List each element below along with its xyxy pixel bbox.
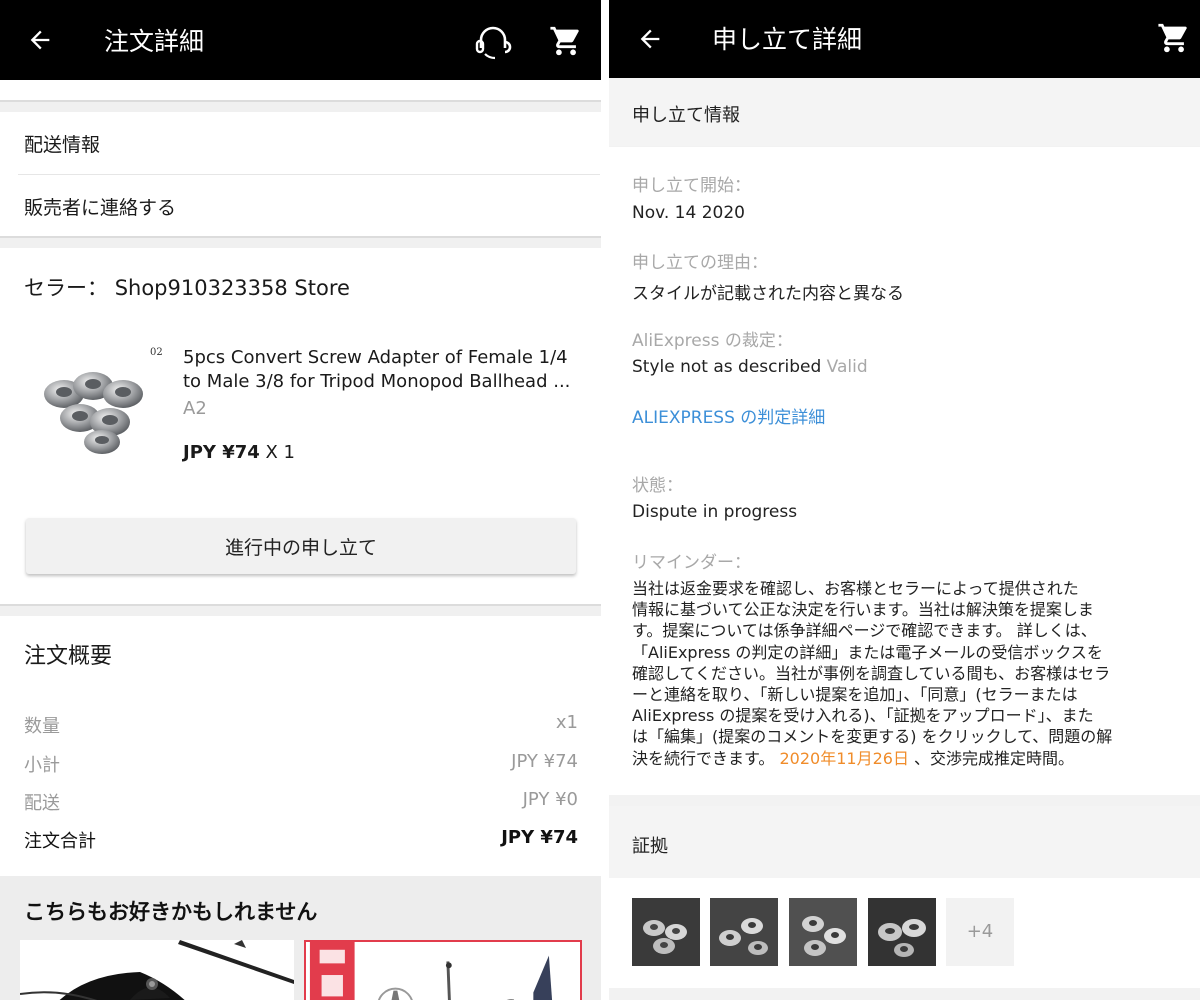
aliexpress-verdict-value: Style not as described <box>632 357 822 377</box>
dispute-in-progress-button[interactable]: 進行中の申し立て <box>26 518 576 574</box>
product-quantity: X 1 <box>265 442 296 463</box>
arrow-left-icon[interactable] <box>26 26 54 54</box>
product-price: JPY ¥74 <box>183 442 260 463</box>
order-detail-panel: 注文詳細 配送情報 販売者に連絡する セラー： Shop910323358 St… <box>0 0 601 1000</box>
section-separator <box>0 604 601 616</box>
summary-label: 小計 <box>24 755 60 776</box>
reminder-text: 当社は返金要求を確認し、お客様とセラーによって提供された 情報に基づいて公正な決… <box>632 578 1192 769</box>
product-badge: 02 <box>150 347 163 358</box>
summary-label: 数量 <box>24 716 60 737</box>
order-summary-title: 注文概要 <box>24 644 113 669</box>
product-price-line: JPY ¥74 X 1 <box>183 442 295 463</box>
evidence-title: 証拠 <box>632 836 668 857</box>
reminder-line-end: 、交渉完成推定時間。 <box>914 748 1075 768</box>
summary-value: JPY ¥74 <box>511 751 578 772</box>
summary-row-shipping: 配送 JPY ¥0 <box>24 789 578 815</box>
section-separator <box>0 236 601 248</box>
contact-seller-link[interactable]: 販売者に連絡する <box>0 175 601 237</box>
seller-store-name: Shop910323358 Store <box>114 276 350 300</box>
recommended-product-image <box>20 940 294 1000</box>
recommendations-section: こちらもお好きかもしれません <box>0 876 601 1000</box>
evidence-more-button[interactable]: +4 <box>946 898 1014 966</box>
reminder-line-start: 決を続行できます。 <box>632 748 775 768</box>
evidence-header: 証拠 <box>609 806 1200 878</box>
shipping-info-label: 配送情報 <box>24 134 101 156</box>
reminder-line: 当社は返金要求を確認し、お客様とセラーによって提供された <box>632 579 1079 598</box>
evidence-thumbnail[interactable] <box>789 898 857 966</box>
aliexpress-verdict-label: AliExpress の裁定： <box>632 331 793 351</box>
summary-row-quantity: 数量 x1 <box>24 712 578 738</box>
reminder-line: 決を続行できます。 2020年11月26日 、交渉完成推定時間。 <box>632 748 1192 769</box>
reminder-label: リマインダー： <box>632 553 751 573</box>
summary-value: x1 <box>555 712 578 733</box>
reminder-line: ーと連絡を取り、「新しい提案を追加」、「同意」(セラーまたは <box>632 685 1078 705</box>
dispute-reason-label: 申し立ての理由： <box>632 253 768 273</box>
product-image[interactable] <box>30 352 160 462</box>
recommended-product-image <box>309 942 577 1000</box>
dispute-start-label: 申し立て開始： <box>632 176 751 196</box>
dispute-detail-header: 申し立て詳細 <box>609 0 1200 78</box>
summary-total-label: 注文合計 <box>24 831 96 852</box>
contact-seller-label: 販売者に連絡する <box>24 197 177 219</box>
evidence-thumbnail[interactable] <box>710 898 778 966</box>
seller-label: セラー： <box>24 276 108 300</box>
dispute-info-title: 申し立て情報 <box>632 105 740 126</box>
summary-label: 配送 <box>24 793 60 814</box>
seller-name[interactable]: セラー： Shop910323358 Store <box>24 272 350 302</box>
summary-row-subtotal: 小計 JPY ¥74 <box>24 751 578 777</box>
evidence-thumbnail[interactable] <box>868 898 936 966</box>
dispute-detail-panel: 申し立て詳細 申し立て情報 申し立て開始： Nov. 14 2020 申し立ての… <box>609 0 1200 1000</box>
section-separator <box>0 100 601 112</box>
cart-icon[interactable] <box>549 24 583 58</box>
dispute-info-header: 申し立て情報 <box>609 78 1200 146</box>
reminder-line: す。提案については係争詳細ページで確認できます。 詳しくは、 <box>632 621 1097 641</box>
page-title: 注文詳細 <box>104 27 205 56</box>
summary-value: JPY ¥0 <box>522 789 578 810</box>
summary-row-total: 注文合計 JPY ¥74 <box>24 827 578 853</box>
status-value: Dispute in progress <box>632 502 798 522</box>
product-variant: A2 <box>183 398 207 419</box>
arrow-left-icon[interactable] <box>636 25 664 53</box>
panel-gap <box>601 0 609 1000</box>
aliexpress-verdict-value-line: Style not as described Valid <box>632 357 868 377</box>
reminder-line: 「AliExpress の判定の詳細」または電子メールの受信ボックスを <box>632 642 1103 662</box>
verdict-status: Valid <box>826 357 868 377</box>
product-title[interactable]: 5pcs Convert Screw Adapter of Female 1/4… <box>183 346 578 394</box>
page-title: 申し立て詳細 <box>712 25 863 54</box>
summary-total-value: JPY ¥74 <box>501 827 578 848</box>
evidence-thumbnail[interactable] <box>632 898 700 966</box>
recommendations-title: こちらもお好きかもしれません <box>24 900 318 924</box>
cart-icon[interactable] <box>1157 21 1191 55</box>
headset-icon[interactable] <box>472 22 514 62</box>
order-detail-header: 注文詳細 <box>0 0 601 80</box>
reminder-line: 情報に基づいて公正な決定を行います。当社は解決策を提案しま <box>632 600 1094 620</box>
status-label: 状態： <box>632 476 683 496</box>
estimated-date: 2020年11月26日 <box>779 748 909 768</box>
shipping-info-link[interactable]: 配送情報 <box>0 112 601 174</box>
reminder-line: AliExpress の提案を受け入れる)、「証拠をアップロード」、また <box>632 706 1094 726</box>
recommended-product-card[interactable] <box>20 940 294 1000</box>
reminder-line: 確認してください。当社が事例を調査している間も、お客様はセラ <box>632 663 1111 683</box>
recommended-product-card[interactable] <box>304 940 582 1000</box>
dispute-reason-value: スタイルが記載された内容と異なる <box>632 284 904 304</box>
verdict-detail-link[interactable]: ALIEXPRESS の判定詳細 <box>632 403 825 428</box>
reminder-line: は「編集」(提案のコメントを変更する) をクリックして、問題の解 <box>632 727 1113 747</box>
dispute-start-value: Nov. 14 2020 <box>632 203 745 223</box>
